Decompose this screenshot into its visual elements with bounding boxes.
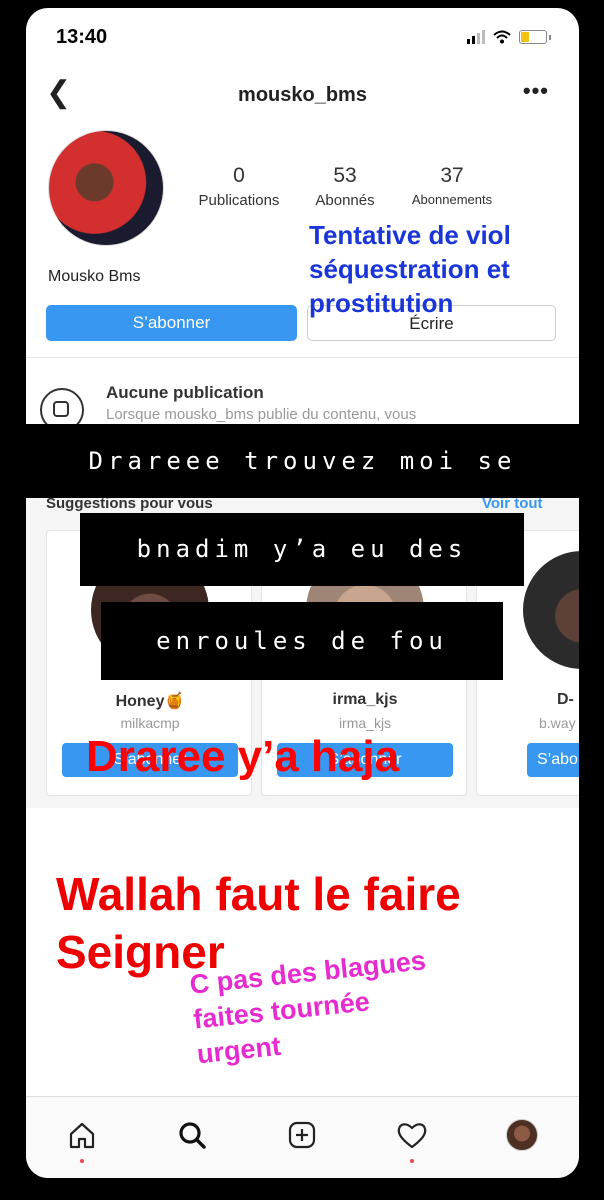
stat-value: 37 (440, 164, 464, 187)
suggestion-handle: irma_kjs (338, 715, 392, 731)
divider (26, 357, 579, 358)
stat-following[interactable]: 37 Abonnements (397, 164, 507, 207)
suggestion-name: D- (557, 691, 574, 708)
tab-bar (26, 1096, 579, 1178)
empty-description: Lorsque mousko_bms publie du contenu, vo… (106, 406, 417, 423)
overlay-line: prostitution (309, 288, 454, 318)
empty-title: Aucune publication (106, 383, 264, 402)
overlay-line: Tentative de viol (309, 220, 511, 250)
caption-box: bnadim y’a eu des (80, 513, 524, 586)
caption-box: enroules de fou (101, 602, 503, 680)
overlay-red-text: Draree y’a haja (86, 732, 400, 781)
overlay-line: séquestration et (309, 254, 510, 284)
suggestion-name: irma_kjs (332, 691, 398, 708)
suggestion-handle: milkacmp (120, 715, 180, 731)
notification-dot (80, 1159, 84, 1163)
status-time: 13:40 (56, 26, 108, 48)
search-icon[interactable] (172, 1115, 212, 1155)
status-icons (467, 30, 551, 44)
profile-name: Mousko Bms (48, 268, 141, 285)
stat-value: 53 (333, 164, 357, 187)
stat-publications: 0 Publications (184, 164, 294, 209)
stat-label: Publications (198, 192, 280, 209)
follow-button[interactable]: S’abonner (46, 305, 297, 341)
suggestion-name: Honey🍯 (115, 693, 185, 710)
home-icon[interactable] (62, 1115, 102, 1155)
nav-username: mousko_bms (238, 84, 367, 106)
add-post-icon[interactable] (282, 1115, 322, 1155)
overlay-line: Wallah faut le faire (56, 868, 461, 920)
suggestion-handle: b.way (539, 715, 576, 731)
suggestion-follow-button[interactable]: S’abo (527, 743, 579, 777)
stat-label: Abonnés (315, 192, 375, 209)
stat-label: Abonnements (411, 192, 493, 207)
battery-icon (519, 30, 547, 44)
signal-icon (467, 30, 485, 44)
stat-followers[interactable]: 53 Abonnés (290, 164, 400, 209)
profile-avatar[interactable] (48, 130, 164, 246)
more-icon[interactable]: ••• (523, 78, 549, 104)
notification-dot (410, 1159, 414, 1163)
wifi-icon (493, 30, 511, 44)
caption-box: Drareee trouvez moi se (26, 424, 579, 498)
profile-tab-avatar[interactable] (502, 1115, 542, 1155)
overlay-blue-text: Tentative de viol séquestration et prost… (309, 218, 579, 320)
heart-icon[interactable] (392, 1115, 432, 1155)
suggestion-avatar[interactable] (523, 551, 579, 669)
stat-value: 0 (233, 164, 245, 187)
